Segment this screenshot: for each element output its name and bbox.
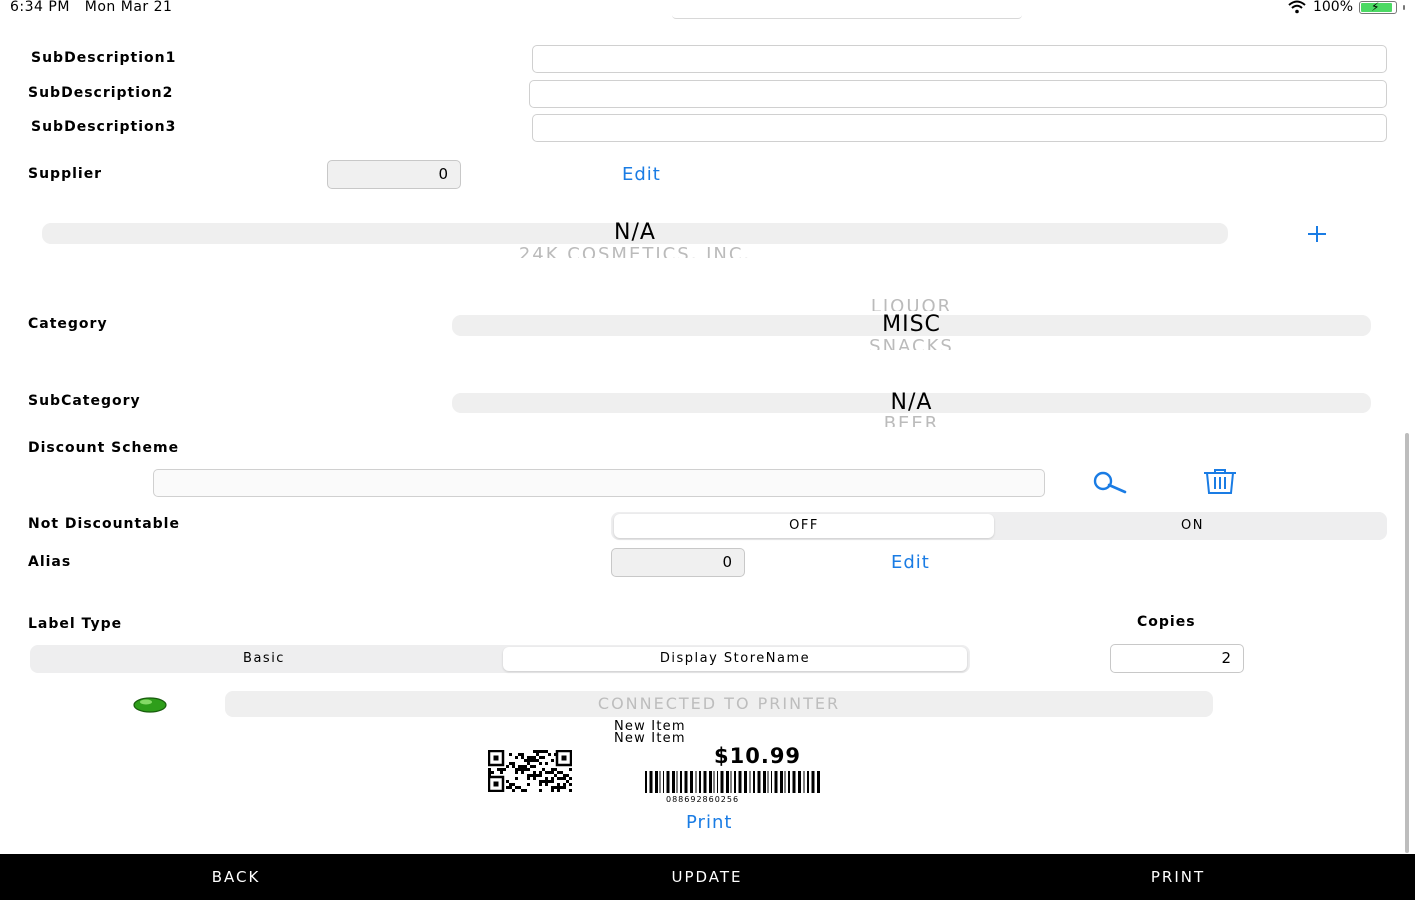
search-icon[interactable] bbox=[1089, 471, 1129, 495]
discount-scheme-label: Discount Scheme bbox=[28, 440, 180, 456]
label-price: $10.99 bbox=[714, 744, 802, 768]
supplier-picker-next: 24K COSMETICS, INC. bbox=[518, 244, 752, 258]
not-discountable-off[interactable]: OFF bbox=[614, 514, 994, 538]
printer-status-indicator bbox=[133, 697, 167, 713]
subdesc2-label: SubDescription2 bbox=[28, 85, 174, 101]
scrollbar[interactable] bbox=[1405, 433, 1409, 853]
alias-label: Alias bbox=[28, 554, 72, 570]
barcode-number: 088692860256 bbox=[666, 795, 740, 804]
plus-icon[interactable] bbox=[1305, 224, 1329, 244]
label-type-display-storename[interactable]: Display StoreName bbox=[503, 647, 967, 671]
print-button[interactable]: PRINT bbox=[1078, 854, 1278, 900]
label-print-button[interactable]: Print bbox=[686, 812, 732, 833]
supplier-label: Supplier bbox=[28, 166, 103, 182]
category-picker-selected: MISC bbox=[882, 312, 941, 337]
label-type-label: Label Type bbox=[28, 616, 123, 632]
barcode bbox=[645, 771, 820, 793]
subdesc2-input[interactable] bbox=[529, 80, 1387, 108]
category-label: Category bbox=[28, 316, 108, 332]
label-preview-lines: New Item New Item bbox=[614, 720, 686, 746]
status-time: 6:34 PM bbox=[10, 0, 70, 15]
top-scroll-indicator bbox=[672, 15, 1022, 19]
status-date: Mon Mar 21 bbox=[84, 0, 173, 15]
label-type-basic[interactable]: Basic bbox=[32, 647, 496, 671]
not-discountable-label: Not Discountable bbox=[28, 516, 180, 532]
category-picker-below: SNACKS bbox=[869, 336, 954, 350]
wifi-icon bbox=[1288, 0, 1306, 14]
subcategory-picker-selected: N/A bbox=[890, 390, 933, 415]
alias-field[interactable]: 0 bbox=[611, 548, 745, 577]
label-line-2: New Item bbox=[614, 731, 686, 746]
status-bar: 6:34 PM Mon Mar 21 100% ⚡ bbox=[0, 0, 1415, 16]
subcategory-label: SubCategory bbox=[28, 393, 141, 409]
not-discountable-on[interactable]: ON bbox=[1001, 514, 1384, 538]
battery-percent: 100% bbox=[1312, 0, 1353, 15]
copies-label: Copies bbox=[1137, 614, 1196, 630]
subcategory-picker-below: BEER bbox=[883, 413, 940, 427]
trash-icon[interactable] bbox=[1202, 468, 1238, 495]
subdesc1-label: SubDescription1 bbox=[31, 50, 177, 66]
qr-code-icon bbox=[488, 750, 572, 792]
supplier-edit-button[interactable]: Edit bbox=[622, 164, 661, 185]
label-type-segmented: Basic Display StoreName bbox=[30, 645, 970, 673]
supplier-field[interactable]: 0 bbox=[327, 160, 461, 189]
copies-field[interactable]: 2 bbox=[1110, 644, 1244, 673]
not-discountable-segmented: OFF ON bbox=[611, 512, 1387, 540]
subdesc3-input[interactable] bbox=[532, 114, 1387, 142]
subdesc1-input[interactable] bbox=[532, 45, 1387, 73]
category-picker-above: LIQUOR bbox=[870, 297, 953, 311]
printer-status-text: CONNECTED TO PRINTER bbox=[597, 694, 841, 713]
alias-edit-button[interactable]: Edit bbox=[891, 552, 930, 573]
bottom-toolbar: BACK UPDATE PRINT bbox=[0, 854, 1415, 900]
supplier-picker-selected: N/A bbox=[614, 220, 656, 245]
discount-scheme-input[interactable] bbox=[153, 469, 1045, 497]
update-button[interactable]: UPDATE bbox=[607, 854, 807, 900]
back-button[interactable]: BACK bbox=[136, 854, 336, 900]
battery-charging-icon: ⚡ bbox=[1359, 0, 1397, 14]
subdesc3-label: SubDescription3 bbox=[31, 119, 177, 135]
